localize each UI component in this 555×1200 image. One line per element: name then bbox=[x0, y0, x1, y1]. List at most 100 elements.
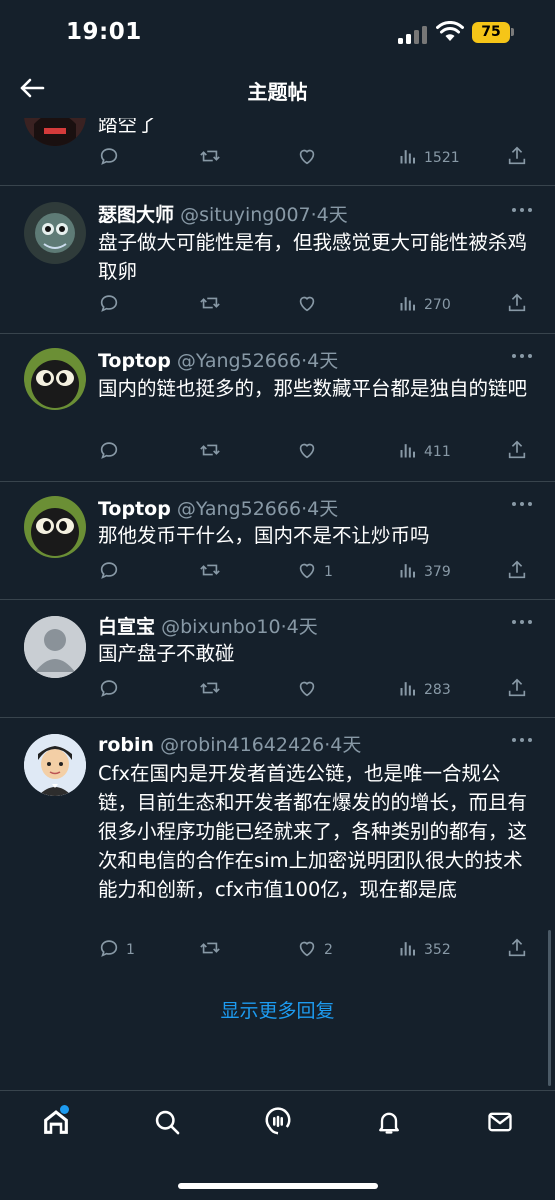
reply-icon bbox=[98, 439, 120, 465]
reply-text: 国内的链也挺多的，那些数藏平台都是独自的链吧 bbox=[98, 377, 528, 400]
avatar[interactable] bbox=[24, 496, 86, 558]
reply-icon bbox=[98, 292, 120, 318]
notification-dot bbox=[60, 1105, 69, 1114]
more-options-icon[interactable] bbox=[509, 730, 535, 750]
views-icon bbox=[398, 560, 418, 584]
tab-search[interactable] bbox=[150, 1107, 184, 1141]
heart-icon bbox=[296, 145, 318, 171]
reply-icon bbox=[98, 145, 120, 171]
author-name[interactable]: Toptop bbox=[98, 498, 171, 520]
retweet-button[interactable] bbox=[198, 292, 228, 318]
tab-notifications[interactable] bbox=[372, 1107, 406, 1141]
reply-button[interactable] bbox=[98, 292, 126, 318]
reply-button[interactable]: 1 bbox=[98, 937, 135, 963]
author-name[interactable]: Toptop bbox=[98, 350, 171, 372]
retweet-icon bbox=[198, 145, 222, 171]
share-icon bbox=[506, 145, 528, 171]
like-button[interactable] bbox=[296, 292, 324, 318]
views-button[interactable]: 1521 bbox=[398, 145, 460, 171]
reply-time: 4天 bbox=[316, 204, 348, 226]
reply-button[interactable] bbox=[98, 677, 126, 703]
reply-button[interactable] bbox=[98, 145, 126, 171]
retweet-button[interactable] bbox=[198, 145, 228, 171]
reply-feed: 踏空了 1521 瑟图大师 @situying007·4天 盘子做大可能性是有，… bbox=[0, 0, 555, 1090]
share-icon bbox=[506, 439, 528, 465]
retweet-button[interactable] bbox=[198, 559, 228, 585]
reply-button[interactable] bbox=[98, 439, 126, 465]
retweet-icon bbox=[198, 439, 222, 465]
author-handle[interactable]: @situying007 bbox=[180, 204, 311, 226]
avatar[interactable] bbox=[24, 616, 86, 678]
reply-icon bbox=[98, 677, 120, 703]
status-bar: 19:01 75 bbox=[0, 0, 555, 62]
share-icon bbox=[506, 292, 528, 318]
reply-item[interactable]: robin @robin41642426·4天 Cfx在国内是开发者首选公链，也… bbox=[0, 718, 555, 980]
retweet-button[interactable] bbox=[198, 677, 228, 703]
reply-item[interactable]: 白宣宝 @bixunbo10·4天 国产盘子不敢碰 283 bbox=[0, 600, 555, 718]
like-button[interactable]: 2 bbox=[296, 937, 333, 963]
share-button[interactable] bbox=[506, 937, 528, 963]
share-icon bbox=[506, 559, 528, 585]
author-handle[interactable]: @Yang52666 bbox=[177, 350, 301, 372]
avatar[interactable] bbox=[24, 734, 86, 796]
avatar[interactable] bbox=[24, 202, 86, 264]
share-icon bbox=[506, 677, 528, 703]
views-button[interactable]: 411 bbox=[398, 439, 451, 465]
avatar[interactable] bbox=[24, 348, 86, 410]
spaces-icon bbox=[263, 1107, 293, 1141]
tab-spaces[interactable] bbox=[261, 1107, 295, 1141]
reply-item[interactable]: Toptop @Yang52666·4天 国内的链也挺多的，那些数藏平台都是独自… bbox=[0, 334, 555, 482]
heart-icon bbox=[296, 439, 318, 465]
more-options-icon[interactable] bbox=[509, 612, 535, 632]
reply-item[interactable]: Toptop @Yang52666·4天 那他发币干什么，国内不是不让炒币吗 1… bbox=[0, 482, 555, 600]
reply-icon bbox=[98, 559, 120, 585]
more-options-icon[interactable] bbox=[509, 494, 535, 514]
share-button[interactable] bbox=[506, 677, 528, 703]
reply-header: 白宣宝 @bixunbo10·4天 bbox=[98, 612, 535, 640]
share-button[interactable] bbox=[506, 292, 528, 318]
like-button[interactable] bbox=[296, 145, 324, 171]
scrollbar[interactable] bbox=[548, 930, 551, 1086]
retweet-button[interactable] bbox=[198, 937, 228, 963]
share-icon bbox=[506, 937, 528, 963]
share-button[interactable] bbox=[506, 559, 528, 585]
retweet-button[interactable] bbox=[198, 439, 228, 465]
battery-icon: 75 bbox=[472, 22, 510, 43]
share-button[interactable] bbox=[506, 439, 528, 465]
more-options-icon[interactable] bbox=[509, 200, 535, 220]
home-indicator bbox=[178, 1183, 378, 1189]
retweet-icon bbox=[198, 677, 222, 703]
author-name[interactable]: robin bbox=[98, 734, 154, 756]
author-handle[interactable]: @bixunbo10 bbox=[161, 616, 281, 638]
tab-messages[interactable] bbox=[483, 1107, 517, 1141]
author-name[interactable]: 瑟图大师 bbox=[98, 204, 174, 226]
reply-actions: 1 2 352 bbox=[98, 937, 528, 963]
reply-time: 4天 bbox=[286, 616, 318, 638]
author-handle[interactable]: @robin41642426 bbox=[160, 734, 324, 756]
views-button[interactable]: 270 bbox=[398, 292, 451, 318]
reply-item[interactable]: 瑟图大师 @situying007·4天 盘子做大可能性是有，但我感觉更大可能性… bbox=[0, 186, 555, 334]
reply-header: 瑟图大师 @situying007·4天 bbox=[98, 200, 535, 228]
like-button[interactable] bbox=[296, 439, 324, 465]
views-button[interactable]: 352 bbox=[398, 937, 451, 963]
show-more-replies-link[interactable]: 显示更多回复 bbox=[0, 996, 555, 1023]
views-icon bbox=[398, 293, 418, 317]
reply-icon bbox=[98, 937, 120, 963]
heart-icon bbox=[296, 292, 318, 318]
views-button[interactable]: 379 bbox=[398, 559, 451, 585]
views-button[interactable]: 283 bbox=[398, 677, 451, 703]
like-button[interactable] bbox=[296, 677, 324, 703]
bottom-tab-bar bbox=[0, 1090, 555, 1200]
reply-button[interactable] bbox=[98, 559, 126, 585]
like-button[interactable]: 1 bbox=[296, 559, 333, 585]
cellular-signal-icon bbox=[398, 24, 428, 44]
author-name[interactable]: 白宣宝 bbox=[98, 616, 155, 638]
reply-actions: 1521 bbox=[98, 145, 528, 171]
author-handle[interactable]: @Yang52666 bbox=[177, 498, 301, 520]
reply-actions: 283 bbox=[98, 677, 528, 703]
heart-icon bbox=[296, 677, 318, 703]
reply-actions: 1 379 bbox=[98, 559, 528, 585]
share-button[interactable] bbox=[506, 145, 528, 171]
more-options-icon[interactable] bbox=[509, 346, 535, 366]
views-icon bbox=[398, 440, 418, 464]
